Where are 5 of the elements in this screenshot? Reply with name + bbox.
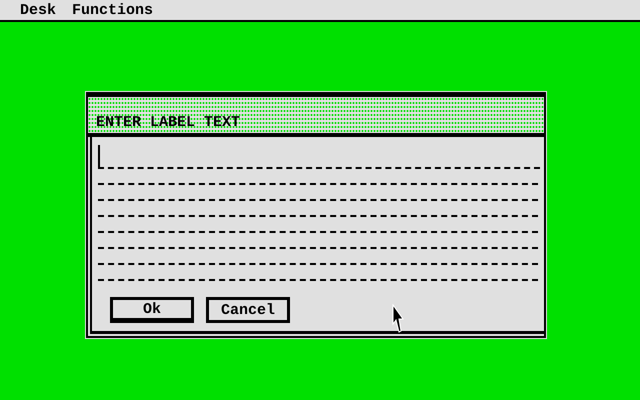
dialog-button[interactable]: Cancel: [206, 297, 290, 323]
dialog-button[interactable]: Ok: [110, 297, 194, 323]
menu-item[interactable]: Desk: [16, 2, 60, 18]
menu-item[interactable]: Functions: [68, 2, 158, 18]
text-line-field[interactable]: [98, 145, 540, 169]
